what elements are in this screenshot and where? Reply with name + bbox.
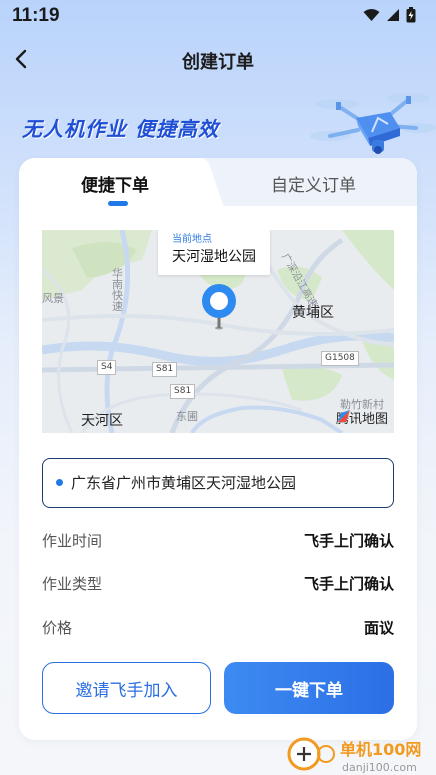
road-badge-s81: S81 — [152, 362, 178, 377]
location-map[interactable]: 当前地点 天河湿地公园 黄埔区 天河区 东圃 勒竹新村 风景 华南快速 广深沿江… — [42, 230, 394, 433]
system-icons — [363, 7, 416, 23]
address-dot-icon — [56, 479, 63, 486]
status-time: 11:19 — [12, 5, 60, 26]
tencent-map-icon — [337, 410, 350, 422]
detail-value-work-type: 飞手上门确认 — [303, 575, 394, 593]
current-location-name: 天河湿地公园 — [172, 249, 256, 265]
detail-row-work-time: 作业时间 飞手上门确认 — [42, 530, 394, 554]
location-pin-icon — [202, 284, 236, 330]
road-badge-s4: S4 — [97, 360, 117, 375]
tencent-map-logo: 腾讯地图 — [336, 408, 388, 427]
app-bar: 创建订单 — [0, 40, 436, 80]
map-label-huanan-expressway: 华南快速 — [112, 267, 123, 313]
wifi-icon — [363, 9, 380, 21]
detail-label-price: 价格 — [42, 619, 73, 637]
road-badge-s81-2: S81 — [170, 384, 196, 399]
status-bar: 11:19 — [0, 0, 436, 32]
map-label-fengjing: 风景 — [42, 292, 64, 305]
detail-row-work-type: 作业类型 飞手上门确认 — [42, 573, 394, 597]
one-click-order-button[interactable]: 一键下单 — [224, 662, 394, 714]
battery-icon — [406, 7, 416, 23]
address-text: 广东省广州市黄埔区天河湿地公园 — [71, 474, 297, 492]
active-tab-indicator — [108, 201, 128, 206]
address-field[interactable]: 广东省广州市黄埔区天河湿地公园 — [42, 458, 394, 508]
tab-quick-order[interactable]: 便捷下单 — [81, 171, 149, 196]
map-label-tianhe: 天河区 — [81, 413, 123, 429]
page-title: 创建订单 — [182, 52, 254, 73]
detail-label-work-time: 作业时间 — [42, 532, 103, 550]
detail-value-work-time: 飞手上门确认 — [303, 532, 394, 550]
tab-custom-order[interactable]: 自定义订单 — [271, 171, 356, 196]
current-location-label: 当前地点 — [172, 234, 212, 245]
svg-text:danji100.com: danji100.com — [342, 761, 417, 774]
order-tabs: 便捷下单 自定义订单 — [19, 158, 417, 208]
map-label-dongpu: 东圃 — [176, 410, 198, 423]
order-card: 便捷下单 自定义订单 当前地点 天河湿地公园 黄埔区 天河区 东圃 勒竹新村 风… — [19, 158, 417, 740]
svg-text:单机100网: 单机100网 — [340, 740, 421, 759]
signal-icon — [387, 9, 399, 21]
current-location-popup: 当前地点 天河湿地公园 — [158, 230, 270, 275]
invite-pilot-button[interactable]: 邀请飞手加入 — [42, 662, 211, 714]
detail-label-work-type: 作业类型 — [42, 575, 103, 593]
danji100-watermark-logo: 单机100网 danji100.com — [287, 737, 421, 774]
road-badge-g1508: G1508 — [321, 351, 359, 366]
banner-slogan: 无人机作业 便捷高效 — [22, 117, 219, 141]
detail-row-price: 价格 面议 — [42, 617, 394, 641]
detail-value-price: 面议 — [363, 619, 394, 637]
